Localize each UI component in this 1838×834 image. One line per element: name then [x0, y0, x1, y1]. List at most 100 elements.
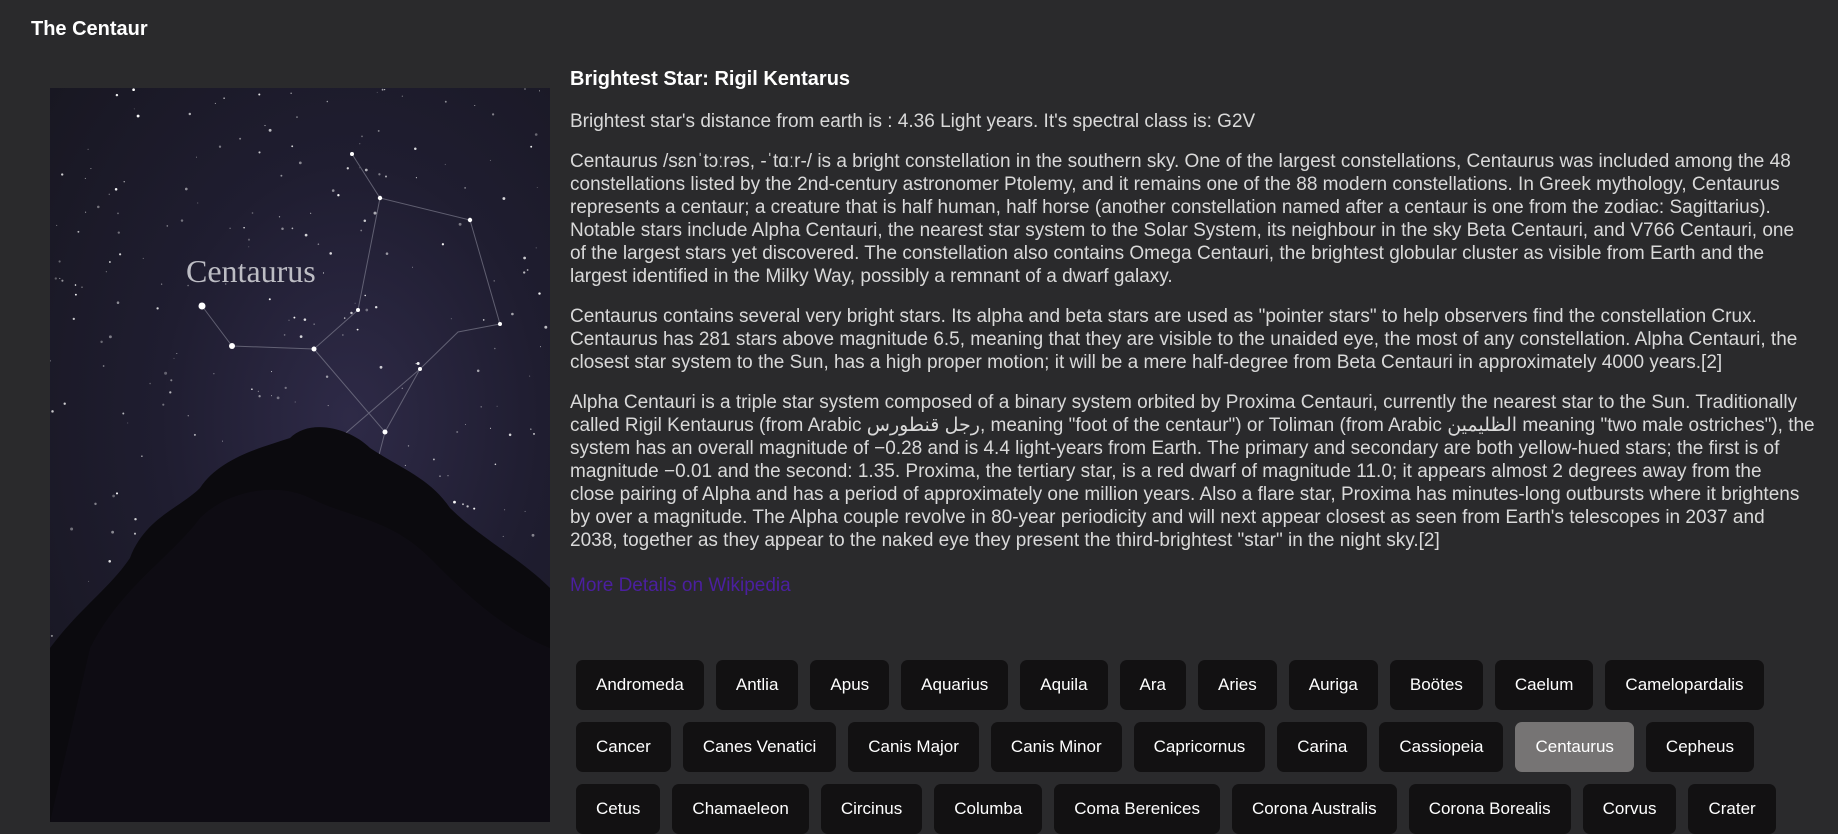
constellation-button-andromeda[interactable]: Andromeda — [576, 660, 704, 710]
background-star — [354, 302, 356, 304]
background-star — [50, 634, 53, 637]
constellation-button-caelum[interactable]: Caelum — [1494, 660, 1594, 710]
background-star — [258, 93, 261, 96]
background-star — [327, 405, 329, 407]
background-star — [258, 151, 261, 154]
constellation-button-antlia[interactable]: Antlia — [715, 660, 799, 710]
background-star — [162, 403, 165, 406]
background-star — [524, 88, 526, 90]
background-star — [108, 560, 111, 563]
background-star — [325, 375, 329, 378]
background-star — [444, 100, 447, 103]
background-star — [223, 97, 225, 99]
background-star — [379, 365, 383, 369]
wikipedia-link[interactable]: More Details on Wikipedia — [570, 575, 791, 597]
constellation-button-ara[interactable]: Ara — [1119, 660, 1187, 710]
background-star — [160, 283, 163, 285]
background-star — [342, 334, 344, 336]
constellation-button-aries[interactable]: Aries — [1198, 660, 1277, 710]
background-star — [127, 422, 129, 424]
background-star — [214, 102, 216, 104]
main-content: Brightest Star: Rigil Kentarus Brightest… — [570, 68, 1838, 597]
background-star — [291, 227, 294, 230]
constellation-button-centaurus[interactable]: Centaurus — [1515, 722, 1634, 772]
background-star — [296, 116, 298, 118]
background-star — [523, 256, 526, 260]
background-star — [407, 445, 410, 447]
background-star — [331, 189, 335, 192]
constellation-button-cepheus[interactable]: Cepheus — [1645, 722, 1754, 772]
constellation-button-canis-major[interactable]: Canis Major — [848, 722, 979, 772]
background-star — [77, 230, 80, 233]
constellation-button-corona-borealis[interactable]: Corona Borealis — [1408, 784, 1571, 834]
background-star — [109, 261, 111, 263]
constellation-button-crater[interactable]: Crater — [1688, 784, 1776, 834]
constellation-button-cetus[interactable]: Cetus — [576, 784, 661, 834]
background-star — [218, 145, 222, 148]
constellation-button-columba[interactable]: Columba — [934, 784, 1043, 834]
constellation-button-camelopardalis[interactable]: Camelopardalis — [1605, 660, 1764, 710]
background-star — [447, 475, 449, 477]
background-star — [141, 455, 143, 457]
background-star — [535, 247, 537, 249]
constellation-button-carina[interactable]: Carina — [1277, 722, 1368, 772]
constellation-button-capricornus[interactable]: Capricornus — [1133, 722, 1266, 772]
background-star — [310, 212, 312, 214]
constellation-button-cancer[interactable]: Cancer — [576, 722, 671, 772]
constellation-button-canes-venatici[interactable]: Canes Venatici — [682, 722, 837, 772]
background-star — [136, 114, 140, 118]
background-star — [87, 148, 89, 150]
constellation-button-cassiopeia[interactable]: Cassiopeia — [1379, 722, 1504, 772]
constellation-button-aquila[interactable]: Aquila — [1020, 660, 1108, 710]
constellation-button-aquarius[interactable]: Aquarius — [901, 660, 1009, 710]
constellation-button-corona-australis[interactable]: Corona Australis — [1231, 784, 1397, 834]
background-star — [411, 266, 413, 268]
background-star — [401, 95, 403, 97]
constellation-button-circinus[interactable]: Circinus — [820, 784, 923, 834]
background-star — [108, 335, 112, 339]
background-star — [494, 463, 497, 466]
background-star — [170, 379, 173, 382]
background-star — [58, 260, 61, 263]
background-star — [222, 440, 223, 442]
background-star — [114, 188, 118, 191]
background-star — [142, 257, 144, 259]
constellation-illustration: Centaurus — [50, 88, 550, 822]
background-star — [456, 431, 459, 433]
constellation-button-apus[interactable]: Apus — [810, 660, 890, 710]
background-star — [502, 197, 506, 200]
background-star — [94, 502, 97, 506]
background-star — [85, 211, 87, 213]
background-star — [536, 186, 538, 189]
background-star — [118, 253, 122, 256]
background-star — [88, 580, 90, 582]
background-star — [373, 211, 377, 215]
constellation-button-corvus[interactable]: Corvus — [1582, 784, 1677, 834]
background-star — [337, 194, 340, 197]
constellation-button-bo-tes[interactable]: Boötes — [1389, 660, 1483, 710]
background-star — [359, 143, 361, 145]
background-star — [176, 353, 178, 354]
background-star — [248, 246, 250, 248]
background-star — [494, 347, 496, 350]
background-star — [180, 219, 184, 222]
background-star — [278, 216, 281, 218]
background-star — [117, 212, 119, 215]
background-star — [326, 100, 329, 103]
background-star — [105, 271, 107, 273]
background-star — [385, 252, 389, 255]
background-star — [81, 286, 83, 288]
constellation-button-canis-minor[interactable]: Canis Minor — [990, 722, 1122, 772]
constellation-button-auriga[interactable]: Auriga — [1288, 660, 1378, 710]
description-paragraph-2: Centaurus contains several very bright s… — [570, 306, 1798, 373]
background-star — [90, 168, 92, 170]
background-star — [193, 433, 196, 436]
background-star — [439, 475, 441, 477]
background-star — [526, 269, 529, 271]
constellation-button-chamaeleon[interactable]: Chamaeleon — [672, 784, 809, 834]
background-star — [511, 312, 514, 316]
constellation-button-coma-berenices[interactable]: Coma Berenices — [1054, 784, 1220, 834]
background-star — [317, 243, 320, 245]
background-star — [383, 88, 386, 91]
background-star — [257, 390, 260, 393]
